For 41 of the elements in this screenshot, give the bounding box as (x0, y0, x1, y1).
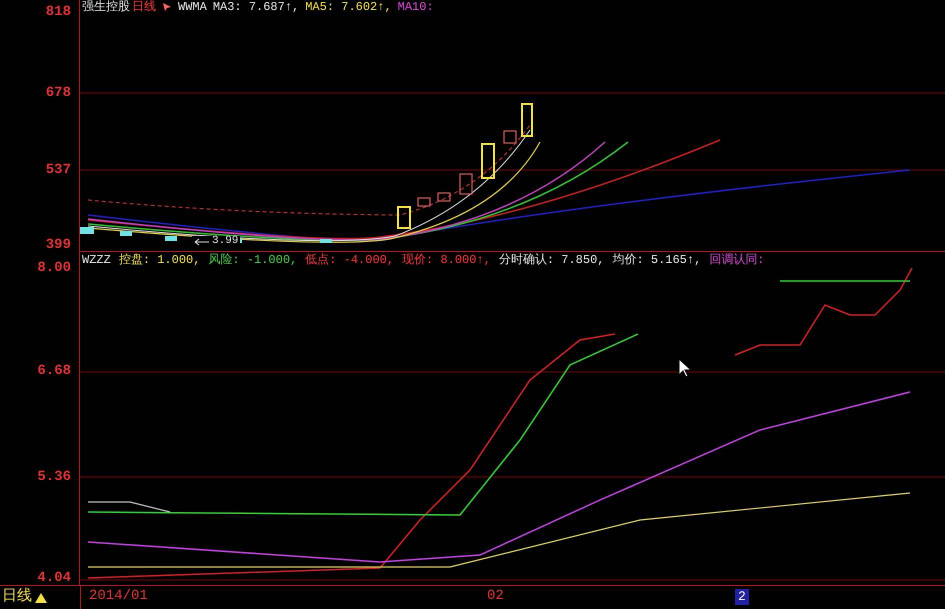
legend-text: MA10: (398, 1, 434, 13)
candlestick (481, 143, 495, 179)
date-label: 2014/01 (89, 589, 148, 603)
period-label[interactable]: 日线 (2, 586, 32, 609)
axis-label: 6.68 (37, 364, 71, 378)
legend-text: 均价: 5.165↑, (612, 254, 702, 266)
candlestick (120, 231, 132, 236)
legend-text: 日线 (132, 1, 156, 13)
legend-text: 低点: -4.000, (305, 254, 394, 266)
axis-label: 4.04 (37, 571, 71, 585)
legend-text: 回调认同: (709, 254, 764, 266)
axis-label: 537 (46, 163, 71, 177)
mouse-cursor-icon (678, 358, 692, 378)
axis-label: 5.36 (37, 470, 71, 484)
legend-text: 现价: 8.000↑, (402, 254, 491, 266)
page-number[interactable]: 2 (735, 589, 749, 606)
axis-label: 399 (46, 238, 71, 252)
legend-text: 风险: -1.000, (208, 254, 298, 266)
axis-label: 818 (46, 5, 71, 19)
triangle-icon (34, 592, 48, 604)
pointer-icon (162, 2, 172, 12)
candlestick (320, 239, 332, 243)
candlestick (165, 236, 177, 241)
candlestick (80, 227, 94, 234)
date-label: 02 (487, 589, 504, 603)
candlestick (521, 103, 533, 137)
candlestick (397, 206, 411, 229)
legend-text: WWMA (178, 1, 207, 13)
candlestick (460, 174, 472, 194)
legend-text: 强生控股 (82, 1, 130, 13)
legend-text: 控盘: 1.000, (118, 254, 200, 266)
axis-label: 678 (46, 86, 71, 100)
legend-text: WZZZ (82, 254, 111, 266)
legend-text: MA3: 7.687↑, (212, 1, 300, 13)
candlestick (418, 198, 430, 206)
candlestick (438, 192, 450, 202)
legend-text: MA5: 7.602↑, (305, 1, 392, 13)
arrow-icon (194, 238, 210, 246)
legend-text: 分时确认: 7.850, (498, 254, 604, 266)
candlestick (504, 130, 516, 144)
axis-label: 8.00 (37, 261, 71, 275)
